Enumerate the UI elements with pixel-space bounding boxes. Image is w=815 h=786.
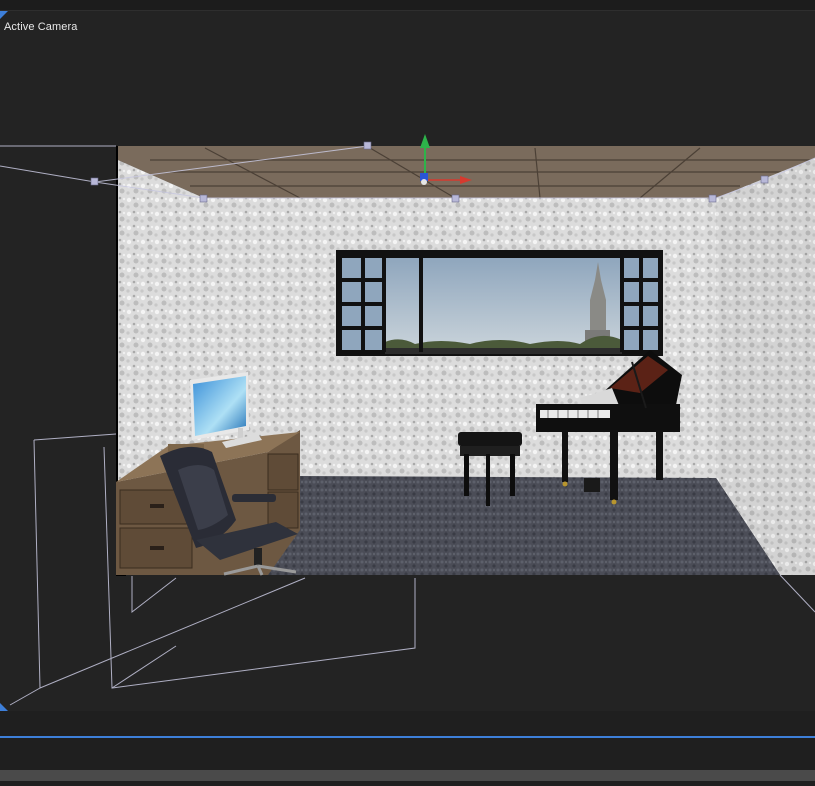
time-ruler[interactable] xyxy=(0,770,815,781)
time-ruler-ticks xyxy=(0,781,815,786)
viewport-corner-marker-bottom xyxy=(0,703,8,711)
piano-bench xyxy=(458,432,522,506)
timeline-track[interactable] xyxy=(0,736,815,738)
top-toolbar xyxy=(0,0,815,11)
viewport-corner-marker xyxy=(0,11,8,19)
3d-viewport[interactable]: Active Camera xyxy=(0,11,815,711)
window xyxy=(336,250,663,356)
scene-render[interactable] xyxy=(0,11,815,711)
timeline-panel[interactable] xyxy=(0,711,815,786)
viewport-label: Active Camera xyxy=(4,21,78,33)
